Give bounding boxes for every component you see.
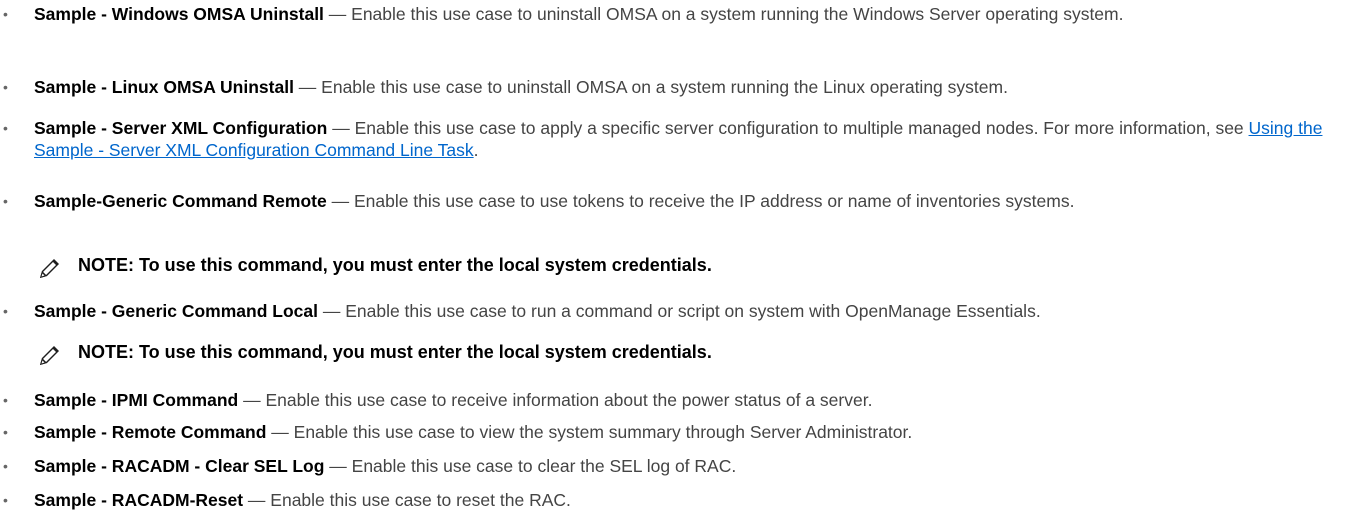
list-item-text: Sample - IPMI Command — Enable this use …	[34, 389, 1330, 411]
separator: —	[327, 118, 355, 138]
list-item-term: Sample - RACADM-Reset	[34, 490, 244, 510]
list-item-term: Sample - Linux OMSA Uninstall	[34, 77, 294, 97]
separator: —	[317, 301, 346, 321]
separator: —	[324, 456, 352, 476]
list-item: • Sample - Remote Command — Enable this …	[0, 421, 1330, 443]
list-item-description: Enable this use case to clear the SEL lo…	[351, 456, 737, 476]
list-item-text: Sample - Windows OMSA Uninstall — Enable…	[34, 3, 1330, 25]
bullet: •	[3, 458, 8, 474]
separator: —	[266, 422, 294, 442]
list-item: • Sample - RACADM-Reset — Enable this us…	[0, 489, 1330, 511]
list-item-text: Sample - Linux OMSA Uninstall — Enable t…	[34, 76, 1330, 98]
list-item: • Sample - IPMI Command — Enable this us…	[0, 389, 1330, 411]
list-item-term: Sample - IPMI Command	[34, 390, 239, 410]
note-callout: NOTE: To use this command, you must ente…	[34, 252, 1234, 286]
list-item-description: Enable this use case to uninstall OMSA o…	[351, 4, 1124, 24]
bullet: •	[3, 392, 8, 408]
bullet: •	[3, 424, 8, 440]
separator: —	[238, 390, 266, 410]
bullet: •	[3, 6, 8, 22]
bullet: •	[3, 193, 8, 209]
list-item-description: Enable this use case to use tokens to re…	[353, 191, 1075, 211]
pencil-note-icon	[34, 341, 64, 371]
list-item-term: Sample - RACADM - Clear SEL Log	[34, 456, 325, 476]
list-item: • Sample - Server XML Configuration — En…	[0, 117, 1330, 161]
list-item-description: Enable this use case to view the system …	[293, 422, 913, 442]
bullet: •	[3, 303, 8, 319]
list-item: • Sample - Windows OMSA Uninstall — Enab…	[0, 3, 1330, 25]
bullet: •	[3, 492, 8, 508]
separator: —	[326, 191, 354, 211]
list-item-term: Sample - Server XML Configuration	[34, 118, 328, 138]
list-item: • Sample-Generic Command Remote — Enable…	[0, 190, 1330, 212]
list-item-text: Sample - Server XML Configuration — Enab…	[34, 117, 1330, 161]
list-item: • Sample - Linux OMSA Uninstall — Enable…	[0, 76, 1330, 98]
separator: —	[243, 490, 271, 510]
list-item-description: Enable this use case to reset the RAC.	[270, 490, 571, 510]
list-item-term: Sample-Generic Command Remote	[34, 191, 327, 211]
link-trailing-period: .	[473, 140, 479, 160]
list-item: • Sample - Generic Command Local — Enabl…	[0, 300, 1330, 322]
list-item-text: Sample - RACADM - Clear SEL Log — Enable…	[34, 455, 1330, 477]
list-item-term: Sample - Windows OMSA Uninstall	[34, 4, 324, 24]
list-item-text: Sample - Remote Command — Enable this us…	[34, 421, 1330, 443]
list-item-description: Enable this use case to receive informat…	[265, 390, 873, 410]
list-item-description: Enable this use case to apply a specific…	[354, 118, 1249, 138]
list-item: • Sample - RACADM - Clear SEL Log — Enab…	[0, 455, 1330, 477]
list-item-term: Sample - Remote Command	[34, 422, 267, 442]
separator: —	[293, 77, 322, 97]
list-item-text: Sample - RACADM-Reset — Enable this use …	[34, 489, 1330, 511]
list-item-text: Sample - Generic Command Local — Enable …	[34, 300, 1330, 322]
bullet: •	[3, 120, 8, 136]
list-item-description: Enable this use case to uninstall OMSA o…	[321, 77, 1008, 97]
list-item-text: Sample-Generic Command Remote — Enable t…	[34, 190, 1330, 212]
list-item-description: Enable this use case to run a command or…	[345, 301, 1041, 321]
note-callout: NOTE: To use this command, you must ente…	[34, 339, 1234, 373]
bullet: •	[3, 79, 8, 95]
note-text: NOTE: To use this command, you must ente…	[78, 255, 712, 275]
separator: —	[323, 4, 352, 24]
pencil-note-icon	[34, 254, 64, 284]
note-text: NOTE: To use this command, you must ente…	[78, 342, 712, 362]
list-item-term: Sample - Generic Command Local	[34, 301, 318, 321]
